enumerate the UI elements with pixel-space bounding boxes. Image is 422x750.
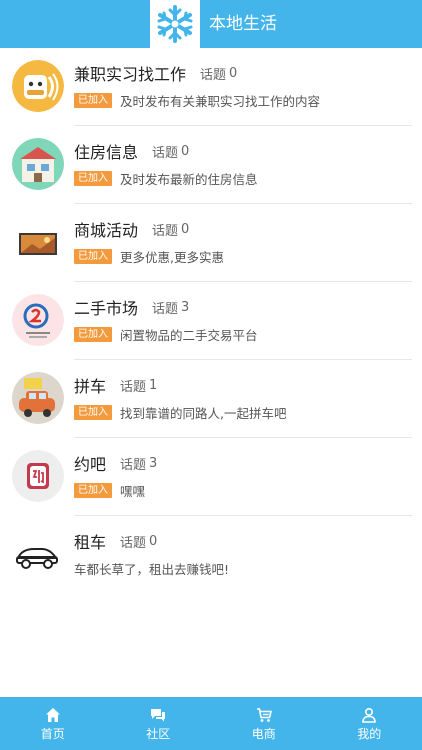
- item-description: 嘿嘿: [120, 483, 146, 499]
- item-description: 闲置物品的二手交易平台: [120, 327, 258, 343]
- topic-count: 0: [181, 221, 190, 237]
- housing-icon: [12, 138, 64, 190]
- topic-count: 3: [149, 455, 158, 471]
- tab-shop[interactable]: 电商: [211, 697, 317, 750]
- item-name: 商城活动: [74, 221, 139, 240]
- carpool-icon: [12, 372, 64, 424]
- mall-activity-icon: [12, 216, 64, 268]
- list-item-second-hand[interactable]: 二手市场 话题 3 已加入 闲置物品的二手交易平台: [0, 282, 422, 360]
- joined-badge[interactable]: 已加入: [74, 326, 112, 342]
- topic-label: 话题: [120, 379, 147, 395]
- page-title: 本地生活: [209, 14, 277, 34]
- topic-label: 话题: [152, 145, 179, 161]
- car-rental-icon: [12, 528, 64, 580]
- item-name: 二手市场: [74, 299, 139, 318]
- item-name: 租车: [74, 533, 107, 552]
- item-description: 及时发布最新的住房信息: [120, 171, 258, 187]
- list-item-housing[interactable]: 住房信息 话题 0 已加入 及时发布最新的住房信息: [0, 126, 422, 204]
- app-header: 本地生活: [0, 0, 422, 48]
- topic-count: 0: [149, 533, 158, 549]
- tab-mine[interactable]: 我的: [317, 697, 422, 750]
- item-name: 住房信息: [74, 143, 139, 162]
- part-time-job-icon: [12, 60, 64, 112]
- tab-community[interactable]: 社区: [106, 697, 212, 750]
- item-description: 找到靠谱的同路人,一起拼车吧: [120, 405, 287, 421]
- user-icon: [362, 707, 377, 723]
- list-item-dating[interactable]: 约吧 话题 3 已加入 嘿嘿: [0, 438, 422, 516]
- item-name: 兼职实习找工作: [74, 65, 187, 84]
- tab-label: 社区: [146, 726, 171, 741]
- tab-home[interactable]: 首页: [0, 697, 106, 750]
- item-description: 及时发布有关兼职实习找工作的内容: [120, 93, 321, 109]
- item-name: 拼车: [74, 377, 107, 396]
- bottom-tab-bar: 首页 社区 电商 我的: [0, 697, 422, 750]
- item-name: 约吧: [74, 455, 107, 474]
- topic-label: 话题: [120, 535, 147, 551]
- topic-label: 话题: [152, 301, 179, 317]
- joined-badge[interactable]: 已加入: [74, 170, 112, 186]
- topic-count: 0: [229, 65, 238, 81]
- item-description: 更多优惠,更多实惠: [120, 249, 224, 265]
- tab-label: 首页: [40, 726, 65, 741]
- cart-icon: [256, 707, 272, 722]
- topic-count: 0: [181, 143, 190, 159]
- joined-badge[interactable]: 已加入: [74, 482, 112, 498]
- list-item-car-rental[interactable]: 租车 话题 0 车都长草了，租出去赚钱吧!: [0, 516, 422, 594]
- dating-icon: [12, 450, 64, 502]
- item-description: 车都长草了，租出去赚钱吧!: [74, 561, 230, 577]
- snowflake-icon: [150, 0, 200, 48]
- list-item-mall-activity[interactable]: 商城活动 话题 0 已加入 更多优惠,更多实惠: [0, 204, 422, 282]
- list-item-part-time-job[interactable]: 兼职实习找工作 话题 0 已加入 及时发布有关兼职实习找工作的内容: [0, 48, 422, 126]
- chat-icon: [151, 708, 166, 721]
- joined-badge[interactable]: 已加入: [74, 92, 112, 108]
- joined-badge[interactable]: 已加入: [74, 404, 112, 420]
- joined-badge[interactable]: 已加入: [74, 248, 112, 264]
- second-hand-icon: [12, 294, 64, 346]
- topic-count: 1: [149, 377, 158, 393]
- community-list: 兼职实习找工作 话题 0 已加入 及时发布有关兼职实习找工作的内容 住房信息 话…: [0, 48, 422, 594]
- topic-count: 3: [181, 299, 190, 315]
- home-icon: [45, 707, 60, 722]
- tab-label: 电商: [251, 726, 276, 741]
- tab-label: 我的: [357, 726, 382, 741]
- topic-label: 话题: [120, 457, 147, 473]
- topic-label: 话题: [200, 67, 227, 83]
- topic-label: 话题: [152, 223, 179, 239]
- list-item-carpool[interactable]: 拼车 话题 1 已加入 找到靠谱的同路人,一起拼车吧: [0, 360, 422, 438]
